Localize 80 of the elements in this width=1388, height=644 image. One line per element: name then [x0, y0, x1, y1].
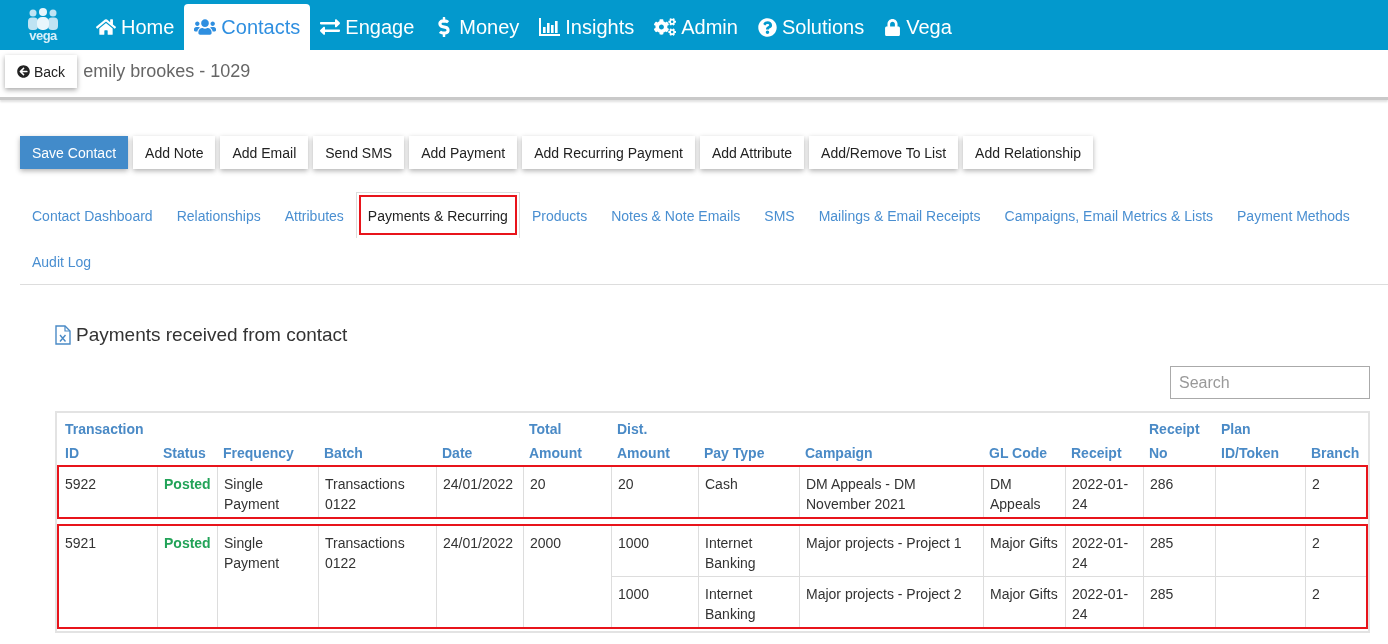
- table-cell: 2022-01-24: [1065, 467, 1143, 517]
- table-cell: 285: [1143, 526, 1215, 576]
- tab[interactable]: Payments & Recurring: [355, 192, 520, 238]
- table-cell-text: 5921: [64, 534, 98, 553]
- toolbar-button[interactable]: Save Contact: [20, 136, 129, 169]
- table-cell: Transactions 0122: [318, 526, 436, 627]
- table-cell: DM Appeals: [983, 467, 1065, 517]
- table-cell: 2000: [523, 526, 611, 627]
- toolbar-button[interactable]: Add Recurring Payment: [522, 136, 695, 169]
- column-header: Frequency: [222, 444, 295, 463]
- column-header: Plan ID/Token: [1220, 420, 1281, 463]
- back-button[interactable]: Back: [5, 55, 78, 88]
- table-cell: Major projects - Project 1: [799, 526, 983, 576]
- spreadsheet-file-icon[interactable]: [55, 325, 71, 345]
- table-cell: 1000: [611, 576, 698, 627]
- toolbar-button[interactable]: Add Payment: [409, 136, 518, 169]
- table-cell: 2: [1305, 467, 1366, 517]
- table-cell: Internet Banking: [698, 576, 799, 627]
- toolbar-button[interactable]: Add Relationship: [963, 136, 1093, 169]
- nav-item[interactable]: Contacts: [184, 4, 311, 50]
- column-header: GL Code: [988, 444, 1049, 463]
- table-cell: Internet Banking: [698, 526, 799, 576]
- table-cell: 2022-01-24: [1065, 576, 1143, 627]
- table-cell: Transactions 0122: [318, 467, 436, 517]
- column-header: Branch: [1310, 444, 1361, 463]
- column-header: Dist. Amount: [616, 420, 671, 463]
- nav-item[interactable]: Home: [86, 4, 185, 50]
- table-cell: 285: [1143, 576, 1215, 627]
- column-header: Batch: [323, 444, 364, 463]
- nav-item[interactable]: Engage: [310, 4, 425, 50]
- table-cell: 1000: [611, 526, 698, 576]
- table-cell: 24/01/2022: [436, 467, 523, 517]
- logo-text: vega: [29, 30, 57, 42]
- people-logo-icon: [26, 8, 60, 30]
- exchange-arrows-icon: [320, 17, 341, 37]
- bar-chart-icon: [539, 18, 561, 36]
- table-cell: Single Payment: [217, 467, 318, 517]
- table-cell: Major projects - Project 2: [799, 576, 983, 627]
- lock-icon: [884, 18, 902, 36]
- table-cell: Single Payment: [217, 526, 318, 627]
- table-cell: 2: [1305, 526, 1366, 576]
- column-header: Receipt No: [1148, 420, 1201, 463]
- contact-name: emily brookes - 1029: [83, 60, 251, 83]
- nav-item[interactable]: Insights: [529, 4, 645, 50]
- table-cell: DM Appeals - DM November 2021: [799, 467, 983, 517]
- toolbar-button[interactable]: Add Note: [133, 136, 216, 169]
- column-header: Total Amount: [528, 420, 583, 463]
- home-icon: [96, 17, 116, 37]
- users-icon: [194, 16, 217, 38]
- table-cell: 20: [611, 467, 698, 517]
- table-cell: 20: [523, 467, 611, 517]
- table-cell: 24/01/2022: [436, 526, 523, 627]
- help-icon: [757, 17, 777, 37]
- toolbar-button[interactable]: Add Attribute: [699, 136, 805, 169]
- nav-item[interactable]: Solutions: [747, 4, 875, 50]
- toolbar-button[interactable]: Add/Remove To List: [809, 136, 959, 169]
- status-cell: Posted: [157, 526, 217, 627]
- table-cell: 2022-01-24: [1065, 526, 1143, 576]
- column-header: Receipt: [1070, 444, 1123, 463]
- column-header: Date: [441, 444, 474, 463]
- nav-item[interactable]: Admin: [644, 4, 748, 50]
- column-header: Campaign: [804, 444, 874, 463]
- toolbar-button[interactable]: Send SMS: [313, 136, 405, 169]
- column-header: Status: [162, 444, 207, 463]
- table-cell: Major Gifts: [983, 526, 1065, 576]
- toolbar-button[interactable]: Add Email: [220, 136, 309, 169]
- gears-icon: [654, 16, 677, 38]
- table-cell-text: 5922: [64, 475, 98, 494]
- status-cell: Posted: [157, 467, 217, 517]
- table-cell: 2: [1305, 576, 1366, 627]
- column-header: Transaction ID: [64, 420, 145, 463]
- nav-item[interactable]: Money: [424, 4, 530, 50]
- section-title: Payments received from contact: [76, 324, 348, 346]
- table-cell: Cash: [698, 467, 799, 517]
- back-arrow-icon: [17, 65, 30, 78]
- table-cell: 286: [1143, 467, 1215, 517]
- search-field[interactable]: Search: [1170, 366, 1370, 399]
- column-header: Pay Type: [703, 444, 766, 463]
- nav-item[interactable]: Vega: [874, 4, 962, 50]
- table-cell: Major Gifts: [983, 576, 1065, 627]
